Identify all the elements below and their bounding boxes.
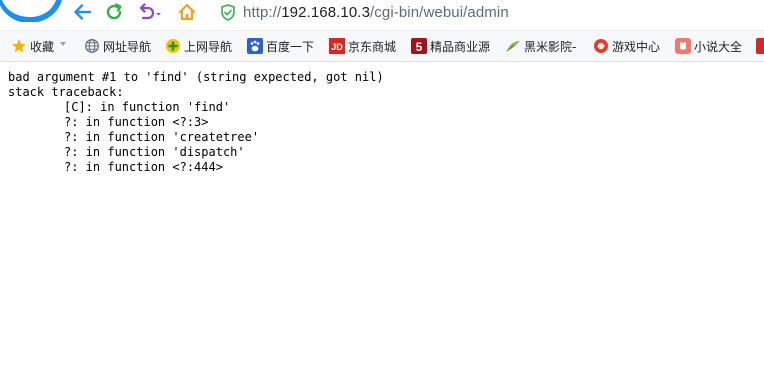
bookmark-label: 百度一下 (266, 39, 315, 54)
bookmark-baidu[interactable]: 百度一下 (247, 37, 314, 55)
traceback-line: ?: in function 'dispatch' (64, 145, 245, 159)
plus-circle-icon (165, 38, 181, 54)
refresh-icon (104, 2, 124, 22)
refresh-button[interactable] (103, 2, 125, 22)
traceback-header: stack traceback: (8, 85, 124, 99)
shield-icon (219, 3, 237, 21)
bookmark-web-nav[interactable]: 上网导航 (165, 37, 232, 55)
jd-icon: JD (329, 38, 345, 54)
book-icon (675, 38, 691, 54)
traceback-line: [C]: in function 'find' (64, 100, 231, 114)
bookmark-jd[interactable]: JD 京东商城 (329, 37, 396, 55)
bookmark-label: 小说大全 (694, 39, 743, 54)
globe-icon (84, 38, 100, 54)
five-icon: 5 (411, 38, 427, 54)
chevron-down-icon[interactable] (60, 42, 66, 46)
back-arrow-icon (72, 3, 92, 21)
error-message: bad argument #1 to 'find' (string expect… (8, 70, 384, 84)
bookmark-label: 精品商业源 (430, 39, 491, 54)
bookmark-url-nav[interactable]: 网址导航 (84, 37, 151, 55)
bookmark-label: 黑米影院- (524, 39, 577, 54)
bookmark-label: 网址导航 (103, 39, 152, 54)
baidu-paw-icon (247, 38, 263, 54)
bookmark-label: 游戏中心 (612, 39, 661, 54)
page-content: bad argument #1 to 'find' (string expect… (8, 70, 748, 175)
bookmark-favorites[interactable]: 收藏 (11, 37, 54, 55)
browser-toolbar: http://192.168.10.3/cgi-bin/webui/admin (0, 0, 764, 28)
bookmarks-bar: 收藏 网址导航 上网导航 百度一下 JD 京东商城 5 精品商业源 黑米影院- … (0, 30, 764, 62)
bookmark-premium-source[interactable]: 5 精品商业源 (411, 37, 490, 55)
game-icon (593, 38, 609, 54)
error-traceback: bad argument #1 to 'find' (string expect… (8, 70, 748, 175)
url-host: 192.168.10.3 (281, 3, 371, 21)
browser-window: http://192.168.10.3/cgi-bin/webui/admin … (0, 0, 764, 365)
bookmark-label: 收藏 (30, 39, 55, 54)
address-bar[interactable]: http://192.168.10.3/cgi-bin/webui/admin (211, 1, 764, 23)
svg-text:5: 5 (416, 40, 423, 54)
traceback-line: ?: in function <?:444> (64, 160, 223, 174)
svg-text:JD: JD (331, 42, 343, 52)
traceback-line: ?: in function <?:3> (64, 115, 209, 129)
overflow-icon (756, 38, 764, 54)
bookmark-label: 上网导航 (184, 39, 233, 54)
back-button[interactable] (71, 2, 93, 22)
home-icon (177, 2, 197, 22)
home-button[interactable] (176, 2, 198, 22)
browser-logo-icon[interactable] (0, 0, 62, 22)
bookmark-game-center[interactable]: 游戏中心 (593, 37, 660, 55)
url-path: /cgi-bin/webui/admin (370, 3, 509, 21)
star-icon (11, 38, 27, 54)
url-scheme: http:// (243, 3, 282, 21)
bookmark-overflow[interactable] (756, 37, 764, 55)
traceback-line: ?: in function 'createtree' (64, 130, 260, 144)
leaf-icon (505, 38, 521, 54)
bookmark-heimi-cinema[interactable]: 黑米影院- (505, 37, 576, 55)
bookmark-label: 京东商城 (348, 39, 397, 54)
undo-icon (136, 2, 164, 22)
url-text[interactable]: http://192.168.10.3/cgi-bin/webui/admin (243, 4, 509, 21)
undo-close-tab-button[interactable] (135, 2, 165, 22)
bookmark-novels[interactable]: 小说大全 (675, 37, 742, 55)
